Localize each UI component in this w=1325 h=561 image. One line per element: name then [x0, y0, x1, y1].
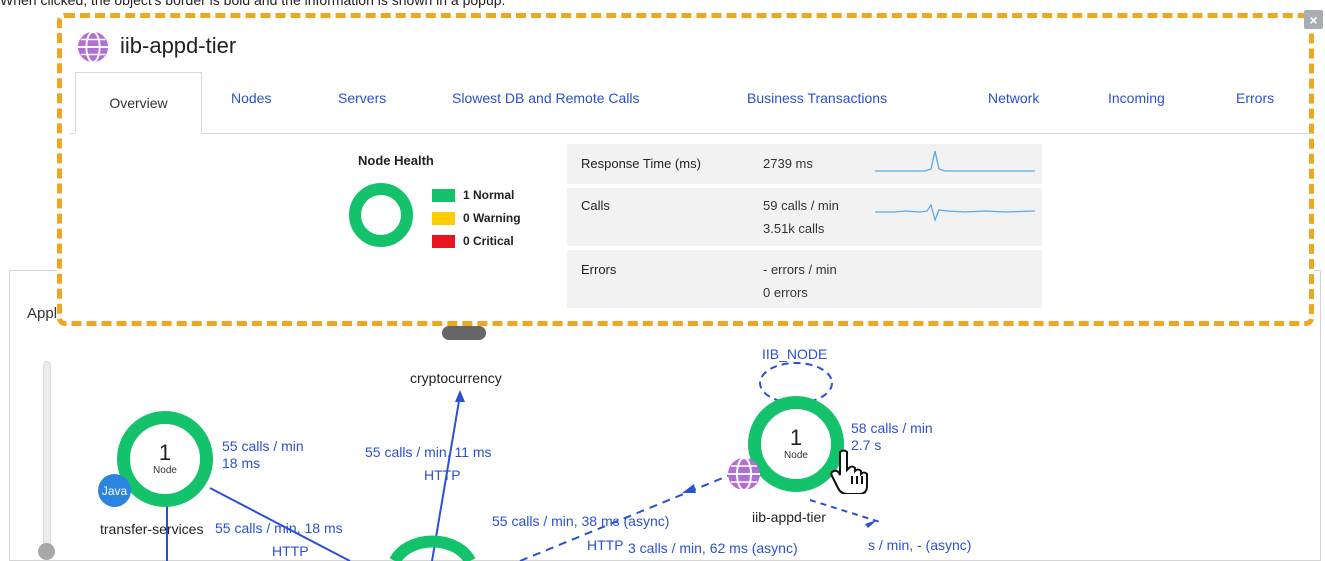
- legend-normal: 1 Normal: [432, 188, 514, 202]
- edge-label-bottom-protocol: HTTP: [587, 537, 624, 553]
- tab-bar: Overview Nodes Servers Slowest DB and Re…: [70, 72, 1309, 134]
- node-calls-iib: 58 calls / min: [851, 420, 933, 436]
- legend-normal-label: 1 Normal: [463, 188, 515, 202]
- metric-value-total: 3.51k calls: [763, 221, 825, 236]
- node-label: Node: [784, 449, 808, 461]
- edge-label-bottom-async-2: s / min, - (async): [868, 537, 972, 553]
- tab-servers[interactable]: Servers: [338, 90, 386, 106]
- tier-detail-popup: iib-appd-tier × Overview Nodes Servers S…: [57, 10, 1323, 326]
- response-time-sparkline[interactable]: [875, 149, 1035, 179]
- edge-label-crypto-calls: 55 calls / min, 11 ms: [365, 444, 492, 460]
- metric-response-time: Response Time (ms) 2739 ms: [567, 144, 1042, 184]
- hand-cursor-icon: [830, 449, 868, 494]
- legend-critical: 0 Critical: [432, 234, 514, 248]
- edge-label-async: 55 calls / min, 38 ms (async): [492, 513, 670, 529]
- close-button[interactable]: ×: [1304, 10, 1323, 29]
- legend-warning-label: 0 Warning: [463, 211, 521, 225]
- legend-critical-label: 0 Critical: [463, 234, 514, 248]
- node-health-donut: [349, 183, 413, 247]
- node-time-iib: 2.7 s: [851, 437, 882, 453]
- metric-value: 59 calls / min: [763, 198, 839, 213]
- metric-label[interactable]: Errors: [581, 262, 616, 277]
- edge-label-iib-node: IIB_NODE: [762, 346, 828, 362]
- metric-label[interactable]: Response Time (ms): [581, 156, 701, 171]
- tab-incoming[interactable]: Incoming: [1108, 90, 1165, 106]
- critical-swatch: [432, 234, 455, 248]
- tab-slowest-db-remote-calls[interactable]: Slowest DB and Remote Calls: [452, 90, 640, 106]
- tab-errors[interactable]: Errors: [1236, 90, 1274, 106]
- calls-sparkline[interactable]: [875, 196, 1035, 226]
- metric-label[interactable]: Calls: [581, 198, 610, 213]
- tab-overview[interactable]: Overview: [75, 72, 202, 134]
- edge-label-transfer-protocol: HTTP: [272, 543, 309, 559]
- metric-errors: Errors - errors / min 0 errors: [567, 250, 1042, 308]
- node-health-title: Node Health: [358, 153, 434, 168]
- metric-value-total: 0 errors: [763, 285, 808, 300]
- node-count: 1: [158, 439, 172, 465]
- tab-nodes[interactable]: Nodes: [231, 90, 271, 106]
- legend-warning: 0 Warning: [432, 211, 521, 225]
- node-count: 1: [789, 424, 803, 450]
- node-transfer-services[interactable]: 1 Node: [117, 411, 213, 507]
- tab-network[interactable]: Network: [988, 90, 1039, 106]
- edge-label-crypto-protocol: HTTP: [424, 467, 461, 483]
- node-name-iib-appd-tier[interactable]: iib-appd-tier: [752, 509, 826, 525]
- node-name-transfer-services[interactable]: transfer-services: [100, 521, 203, 537]
- node-name-cryptocurrency[interactable]: cryptocurrency: [410, 370, 502, 386]
- metric-value: - errors / min: [763, 262, 837, 277]
- metric-value: 2739 ms: [763, 156, 813, 171]
- globe-icon: [77, 30, 109, 64]
- edge-label-bottom-async: 3 calls / min, 62 ms (async): [628, 540, 798, 556]
- warning-swatch: [432, 211, 455, 225]
- normal-swatch: [432, 188, 455, 202]
- edge-label-transfer-edge: 55 calls / min, 18 ms: [215, 520, 343, 536]
- java-icon: Java: [98, 474, 131, 507]
- edge-label-transfer-time: 18 ms: [222, 455, 261, 471]
- tab-business-transactions[interactable]: Business Transactions: [747, 90, 887, 106]
- metric-calls: Calls 59 calls / min 3.51k calls: [567, 188, 1042, 246]
- edge-label-transfer-calls: 55 calls / min: [222, 438, 304, 454]
- popup-title: iib-appd-tier: [120, 33, 237, 58]
- node-label: Node: [153, 464, 177, 476]
- globe-icon: [728, 457, 760, 491]
